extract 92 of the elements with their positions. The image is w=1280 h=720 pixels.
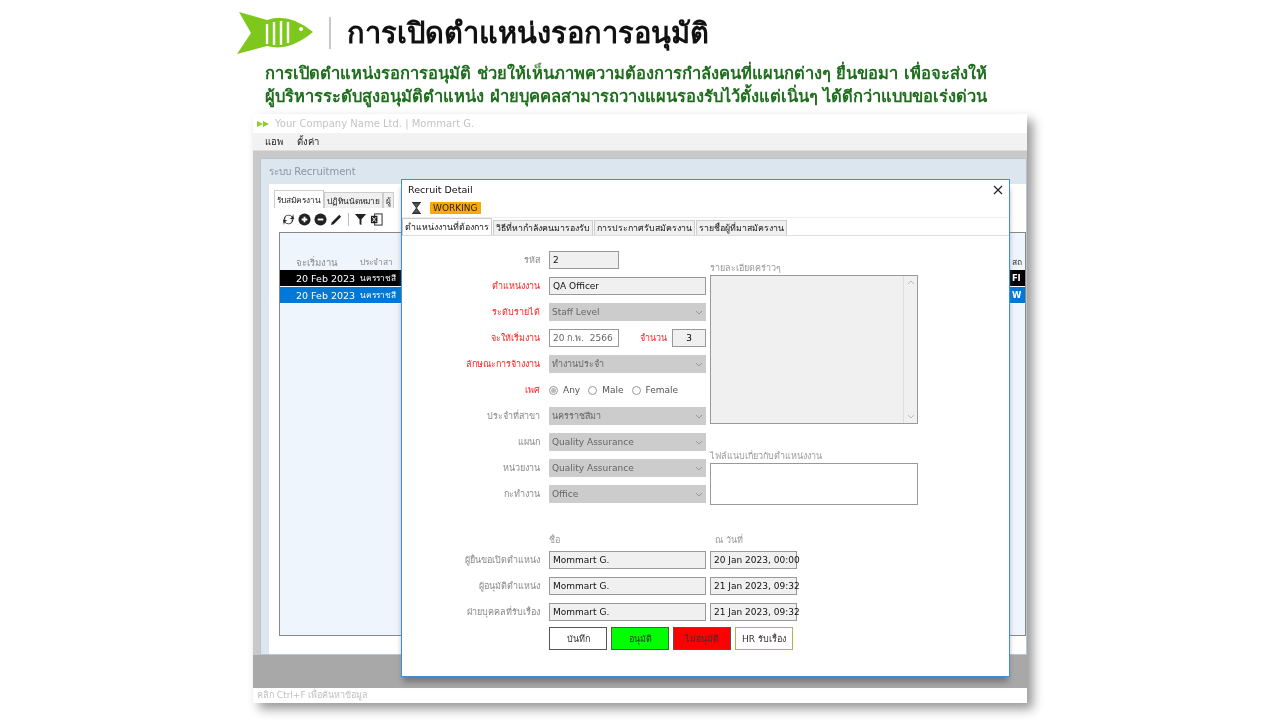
text-field[interactable]: Mommart G. bbox=[549, 551, 706, 569]
field-label: เพศ bbox=[524, 384, 540, 397]
field-label: จำนวน bbox=[640, 332, 668, 345]
dropdown[interactable]: นครราชสีมา bbox=[549, 407, 706, 425]
caret-icon bbox=[695, 361, 703, 367]
caret-icon bbox=[695, 491, 703, 497]
field-label: รหัส bbox=[523, 254, 540, 267]
text-field[interactable]: 21 Jan 2023, 09:32 bbox=[710, 603, 797, 621]
tab[interactable]: ปฏิทินนัดหมาย bbox=[324, 192, 383, 208]
text-field[interactable]: 2 bbox=[549, 251, 619, 269]
slide-title: การเปิดตำแหน่งรอการอนุมัติ bbox=[347, 15, 709, 53]
dropdown-value: Office bbox=[552, 489, 579, 499]
status-badge: WORKING bbox=[430, 202, 481, 214]
tab[interactable]: รายชื่อผู้ที่มาสมัครงาน bbox=[696, 220, 787, 235]
tab[interactable]: ผู้ bbox=[383, 192, 394, 208]
field-label: ไฟล์แนบเกี่ยวกับตำแหน่งงาน bbox=[710, 449, 823, 463]
field-label: ผู้ยื่นขอเปิดตำแหน่ง bbox=[464, 553, 540, 567]
table-cell-text: FI bbox=[1012, 273, 1022, 283]
column-header: จะเริ่มงาน bbox=[295, 255, 339, 270]
filter-icon bbox=[354, 212, 367, 226]
field-label: ระดับรายได้ bbox=[491, 306, 540, 319]
table-cell-text: นครราชสี bbox=[359, 289, 397, 302]
text-field[interactable]: 20 Jan 2023, 00:00 bbox=[710, 551, 797, 569]
spreadsheet-icon bbox=[370, 212, 383, 226]
action-button[interactable]: บันทึก bbox=[549, 627, 607, 650]
date-picker[interactable]: 20 ก.พ. 2566 bbox=[549, 329, 619, 347]
tab[interactable]: รับสมัครงาน bbox=[274, 190, 324, 208]
dialog-title: Recruit Detail bbox=[408, 184, 473, 195]
table-cell-text: นครราชสี bbox=[359, 272, 397, 285]
hourglass-icon bbox=[411, 202, 422, 214]
caret-icon bbox=[695, 413, 703, 419]
radio-option[interactable]: Female bbox=[631, 385, 679, 395]
pencil-icon bbox=[330, 212, 343, 226]
menu-item[interactable]: ตั้งค่า bbox=[297, 134, 319, 149]
tab[interactable]: ตำแหน่งงานที่ต้องการ bbox=[402, 218, 492, 235]
field-label: ผู้อนุมัติตำแหน่ง bbox=[478, 580, 540, 593]
caret-icon bbox=[695, 439, 703, 445]
notes-field[interactable] bbox=[710, 275, 918, 424]
tab[interactable]: การประกาศรับสมัครงาน bbox=[594, 220, 695, 235]
menu-item[interactable]: แอพ bbox=[265, 134, 283, 149]
window-title: Your Company Name Ltd. | Mommart G. bbox=[275, 118, 475, 129]
table-cell-text: W bbox=[1012, 290, 1023, 300]
dropdown-value: นครราชสีมา bbox=[552, 410, 601, 423]
table-cell-text: 20 Feb 2023 bbox=[295, 289, 356, 301]
close-icon bbox=[993, 184, 1003, 195]
field-label: ลักษณะการจ้างงาน bbox=[465, 358, 540, 371]
field-label: ประจำที่สาขา bbox=[486, 409, 540, 423]
dropdown-value: Quality Assurance bbox=[552, 463, 634, 473]
action-button[interactable]: HR รับเรื่อง bbox=[735, 627, 793, 650]
column-header: ชื่อ bbox=[549, 533, 561, 543]
text-field[interactable]: 21 Jan 2023, 09:32 bbox=[710, 577, 797, 595]
text-field[interactable]: Mommart G. bbox=[549, 577, 706, 595]
remove-icon bbox=[314, 212, 327, 226]
field-label: จะให้เริ่มงาน bbox=[490, 331, 540, 345]
attachment-field[interactable] bbox=[710, 463, 918, 505]
add-icon bbox=[298, 212, 311, 226]
status-bar: คลิก Ctrl+F เพื่อค้นหาข้อมูล bbox=[253, 688, 1027, 703]
column-header: ประจำสา bbox=[359, 256, 394, 269]
field-label: หน่วยงาน bbox=[502, 462, 540, 475]
caret-icon bbox=[906, 280, 915, 285]
slide-description: การเปิดตำแหน่งรอการอนุมัติ ช่วยให้เห็นภาพความต้องการกำลังคนที่แผนกต่างๆ ยื่นขอมา เพื่อจะส่งให้ผู้บริหารระดับสูงอนุมัติตำแหน่ง ฝ่ายบุคคลสามารถวางแผนรองรับไว้ตั้งแต่เนิ่นๆ ได้ดีกว่าแบบขอเร่งด่วน bbox=[265, 62, 990, 112]
column-header: สถ bbox=[1012, 256, 1023, 269]
field-label: รายละเอียดคร่าวๆ bbox=[710, 262, 782, 275]
text-field[interactable]: QA Officer bbox=[549, 277, 706, 295]
dropdown-value: Staff Level bbox=[552, 307, 600, 317]
field-label: ตำแหน่งงาน bbox=[491, 280, 540, 293]
field-label: แผนก bbox=[517, 436, 540, 449]
text-field[interactable]: Mommart G. bbox=[549, 603, 706, 621]
dropdown-value: ทำงานประจำ bbox=[552, 358, 604, 371]
column-header: ณ วันที่ bbox=[715, 533, 744, 543]
tab[interactable]: วิธีที่หากำลังคนมารองรับ bbox=[493, 220, 593, 235]
caret-icon bbox=[906, 414, 915, 419]
dropdown-value: Quality Assurance bbox=[552, 437, 634, 447]
action-button[interactable]: อนุมัติ bbox=[611, 627, 669, 650]
caret-icon bbox=[695, 465, 703, 471]
date-value: 20 ก.พ. 2566 bbox=[553, 332, 613, 345]
dropdown[interactable]: ทำงานประจำ bbox=[549, 355, 706, 373]
dropdown[interactable]: Quality Assurance bbox=[549, 459, 706, 477]
dropdown[interactable]: Staff Level bbox=[549, 303, 706, 321]
radio-option[interactable]: Male bbox=[588, 385, 624, 395]
caret-icon bbox=[695, 309, 703, 315]
dropdown[interactable]: Quality Assurance bbox=[549, 433, 706, 451]
scrollbar[interactable] bbox=[903, 276, 917, 423]
field-label: ฝ่ายบุคคลที่รับเรื่อง bbox=[466, 605, 540, 619]
table-cell-text: 20 Feb 2023 bbox=[295, 272, 356, 284]
window-title: ระบบ Recruitment bbox=[268, 165, 357, 179]
field-label: กะทำงาน bbox=[503, 488, 540, 501]
dropdown[interactable]: Office bbox=[549, 485, 706, 503]
radio-option[interactable]: Any bbox=[549, 385, 581, 395]
app-icon bbox=[257, 119, 269, 128]
refresh-icon bbox=[282, 212, 295, 226]
number-field[interactable]: 3 bbox=[672, 329, 706, 347]
